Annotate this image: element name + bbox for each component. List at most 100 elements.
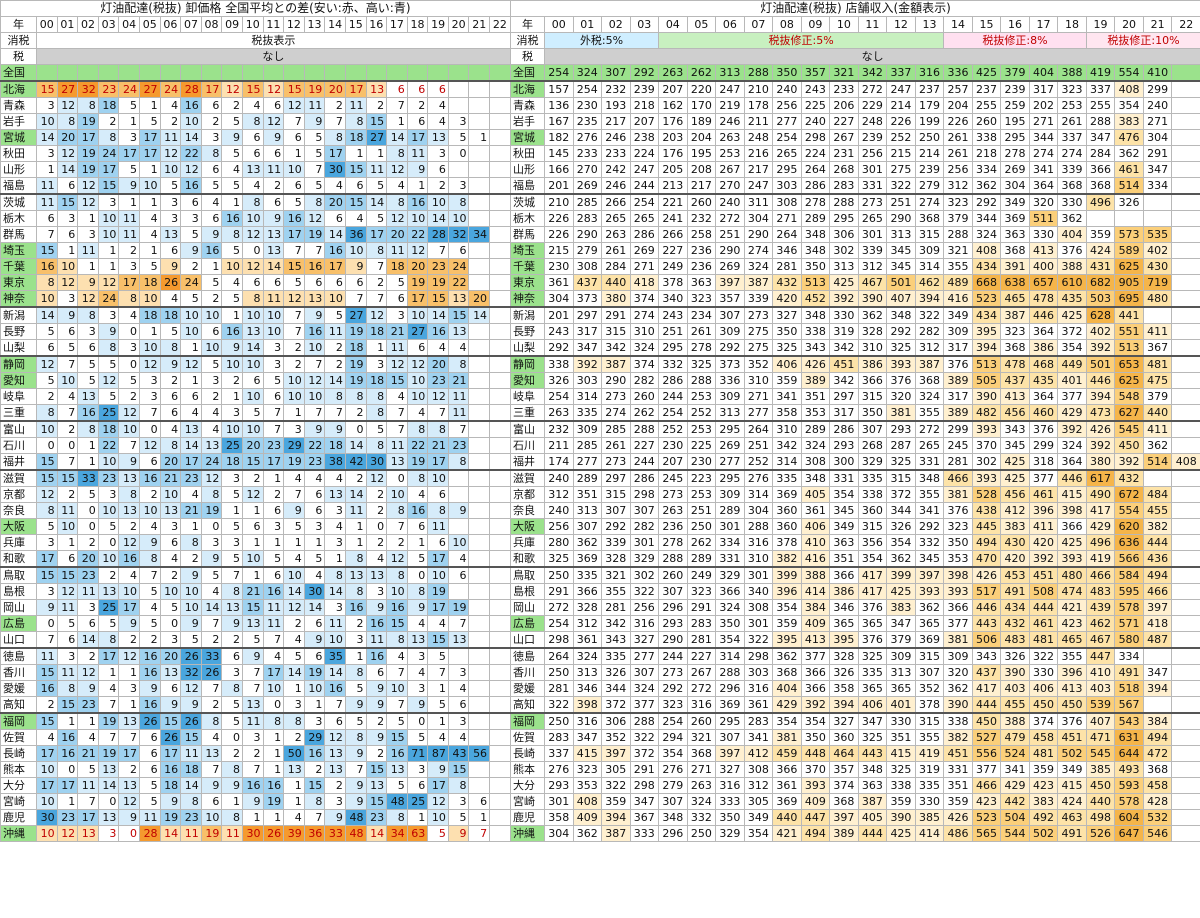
revenue-cell: 323 bbox=[1057, 80, 1087, 98]
revenue-cell: 359 bbox=[1085, 226, 1116, 243]
price-diff-cell: 12 bbox=[283, 599, 305, 616]
price-diff-cell: 4 bbox=[138, 210, 161, 227]
price-diff-cell: 13 bbox=[97, 583, 120, 600]
revenue-cell: 566 bbox=[1114, 550, 1144, 568]
table-row: 石川 0 0 1 22 7 12 8 14 13 25 20 23 29 22 18 14 8 11 22 21 23 bbox=[0, 437, 511, 454]
revenue-cell: 503 bbox=[1085, 290, 1116, 308]
revenue-cell: 467 bbox=[857, 274, 888, 291]
revenue-cell: 252 bbox=[658, 420, 688, 438]
revenue-cell: 214 bbox=[886, 97, 916, 114]
table-row: 栃木 6 3 1 10 11 4 3 3 6 16 10 9 16 12 6 4 5 12 10 14 10 bbox=[0, 210, 511, 227]
revenue-cell: 273 bbox=[743, 306, 774, 324]
price-diff-cell: 14 bbox=[77, 631, 99, 649]
revenue-cell: 351 bbox=[800, 388, 831, 405]
price-diff-cell: 5 bbox=[221, 113, 243, 130]
table-row: 沖縄 10 12 13 3 0 28 14 11 19 11 30 26 39 36 33 48 14 34 63 5 9… bbox=[0, 825, 511, 842]
price-diff-cell: 3 bbox=[303, 712, 326, 730]
price-diff-cell: 16 bbox=[180, 177, 202, 195]
price-diff-cell: 12 bbox=[324, 729, 346, 746]
revenue-cell: 342 bbox=[601, 339, 631, 357]
revenue-cell: 341 bbox=[1000, 761, 1030, 778]
prefecture-name: 山口 bbox=[0, 631, 37, 649]
revenue-cell: 414 bbox=[800, 583, 831, 600]
price-diff-cell: 1 bbox=[406, 809, 429, 826]
revenue-cell: 653 bbox=[1114, 355, 1144, 373]
price-diff-cell: 16 bbox=[406, 193, 429, 211]
revenue-cell: 340 bbox=[743, 583, 774, 600]
table-row: 新潟 14 9 8 3 4 18 18 10 10 1 10 10 7 9 5 27 12 3 10 14 15 14 bbox=[0, 306, 511, 324]
revenue-cell: 385 bbox=[914, 809, 945, 826]
price-diff-cell: 12 bbox=[180, 161, 202, 178]
revenue-cell: 338 bbox=[857, 486, 888, 503]
year-header: 15 bbox=[971, 16, 1002, 33]
revenue-cell: 240 bbox=[1142, 97, 1173, 114]
price-diff-cell: 2 bbox=[365, 712, 388, 730]
revenue-cell: 475 bbox=[1142, 372, 1173, 389]
revenue-cell: 283 bbox=[544, 729, 574, 746]
table-row: 福岡 15 1 1 19 13 26 15 26 8 5 11 8 8 3 6 5 2 5 0 1 3 bbox=[0, 712, 511, 730]
price-diff-cell: 2 bbox=[344, 404, 367, 422]
price-diff-cell: 9 bbox=[344, 258, 367, 275]
revenue-cell: 322 bbox=[1028, 647, 1059, 665]
revenue-cell: 277 bbox=[715, 453, 745, 471]
price-diff-cell: 9 bbox=[283, 502, 305, 519]
price-diff-cell: 5 bbox=[262, 550, 285, 568]
price-diff-cell: 7 bbox=[262, 631, 285, 649]
revenue-cell: 467 bbox=[1085, 631, 1116, 649]
revenue-cell: 347 bbox=[1142, 161, 1173, 178]
price-diff-cell: 10 bbox=[180, 306, 202, 324]
price-diff-cell: 5 bbox=[180, 290, 202, 308]
revenue-cell: 246 bbox=[601, 177, 631, 195]
revenue-cell: 285 bbox=[601, 420, 631, 438]
revenue-cell: 387 bbox=[601, 355, 631, 373]
revenue-cell: 362 bbox=[971, 177, 1002, 195]
revenue-cell: 307 bbox=[658, 583, 688, 600]
price-diff-cell: 4 bbox=[427, 729, 449, 746]
price-diff-cell: 0 bbox=[97, 534, 120, 551]
revenue-cell: 418 bbox=[629, 274, 660, 291]
revenue-cell: 442 bbox=[1000, 793, 1030, 810]
price-diff-cell: 4 bbox=[344, 210, 367, 227]
price-diff-cell: 6 bbox=[262, 193, 285, 211]
revenue-cell: 363 bbox=[686, 274, 717, 291]
revenue-cell: 238 bbox=[629, 129, 660, 146]
revenue-cell: 406 bbox=[1028, 680, 1059, 697]
revenue-cell: 362 bbox=[886, 550, 916, 568]
prefecture-name: 静岡 bbox=[510, 355, 545, 373]
price-diff-cell: 11 bbox=[324, 323, 346, 340]
revenue-cell: 332 bbox=[914, 534, 945, 551]
revenue-cell: 326 bbox=[544, 372, 574, 389]
revenue-cell: 195 bbox=[1000, 113, 1030, 130]
revenue-cell: 451 bbox=[1028, 566, 1059, 584]
revenue-cell: 325 bbox=[686, 355, 717, 373]
prefecture-name: 全国 bbox=[0, 64, 37, 82]
prefecture-name: 島根 bbox=[0, 583, 37, 600]
revenue-cell: 307 bbox=[715, 306, 745, 324]
revenue-cell: 389 bbox=[943, 404, 973, 422]
price-diff-cell: 12 bbox=[303, 210, 326, 227]
revenue-cell: 494 bbox=[971, 534, 1002, 551]
price-diff-cell: 8 bbox=[386, 193, 408, 211]
revenue-cell: 384 bbox=[1142, 712, 1173, 730]
revenue-cell: 366 bbox=[772, 761, 802, 778]
price-diff-cell bbox=[468, 534, 491, 551]
table-row: 長崎 17 16 21 19 17 6 17 11 13 2 2 1 50 16 13 9 2 16 71 87 43 56 bbox=[0, 745, 511, 762]
revenue-cell: 324 bbox=[629, 680, 660, 697]
price-diff-cell: 9 bbox=[365, 696, 388, 714]
revenue-cell: 313 bbox=[572, 502, 603, 519]
revenue-cell: 303 bbox=[572, 372, 603, 389]
price-diff-cell: 1 bbox=[365, 339, 388, 357]
revenue-cell: 368 bbox=[1057, 177, 1087, 195]
revenue-cell: 288 bbox=[743, 518, 774, 535]
revenue-cell: 441 bbox=[1114, 306, 1144, 324]
revenue-cell: 383 bbox=[1028, 793, 1059, 810]
price-diff-cell: 3 bbox=[118, 258, 140, 275]
revenue-cell: 298 bbox=[629, 777, 660, 794]
table-row: 大分 293 353 322 298 279 263 316 312 361 393 374 363 33… bbox=[510, 777, 1200, 794]
revenue-cell: 425 bbox=[886, 583, 916, 600]
prefecture-name: 山口 bbox=[510, 631, 545, 649]
revenue-cell: 672 bbox=[1114, 486, 1144, 503]
price-diff-cell: 1 bbox=[180, 518, 202, 535]
price-diff-cell: 3 bbox=[159, 193, 182, 211]
year-header: 21 bbox=[468, 16, 491, 33]
